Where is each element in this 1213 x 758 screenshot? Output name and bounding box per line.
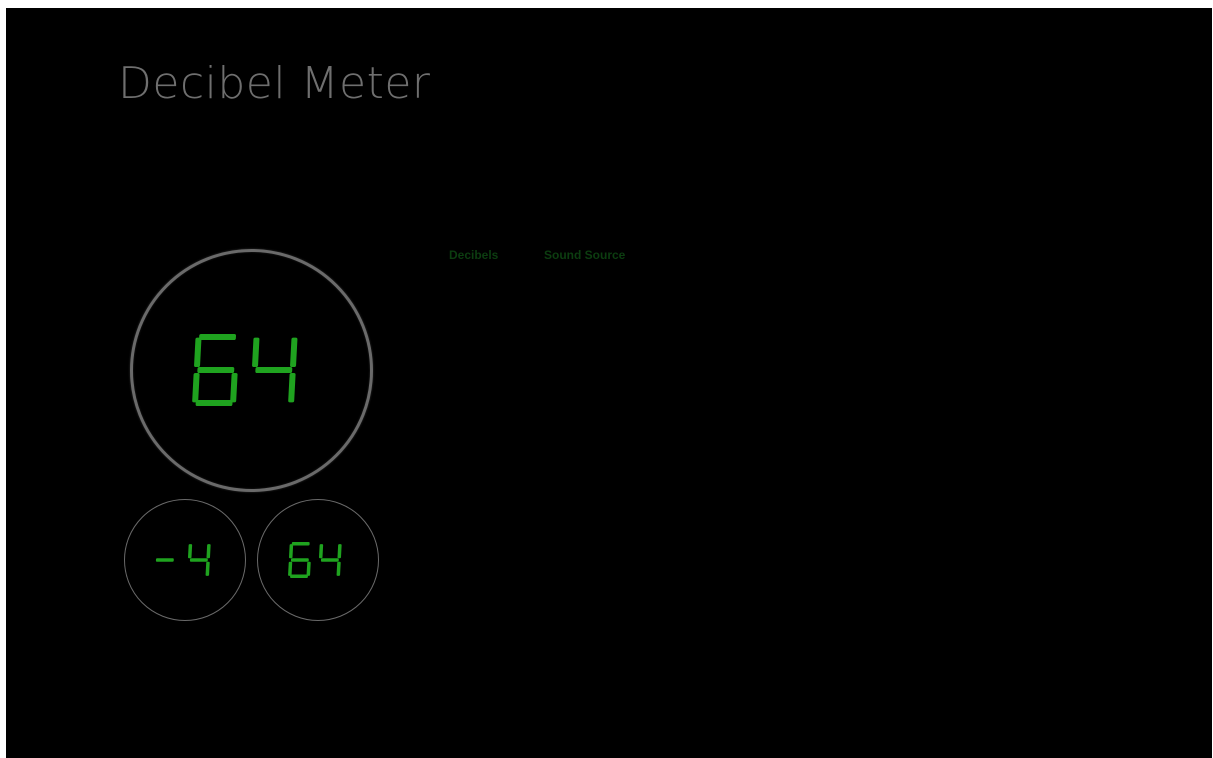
- segment-b: [290, 337, 298, 367]
- segment-f: [188, 544, 193, 559]
- segment-e: [192, 373, 200, 403]
- segment-f: [194, 337, 202, 367]
- column-header-sound-source: Sound Source: [544, 248, 626, 262]
- segment-e: [288, 561, 293, 576]
- segment-f: [289, 544, 294, 559]
- min-level-dial: -4: [124, 499, 246, 621]
- min-level-display: [155, 544, 211, 576]
- current-level-dial: 64: [130, 249, 373, 492]
- segment-c: [230, 373, 238, 403]
- segment-g: [255, 367, 293, 373]
- segment-c: [306, 561, 311, 576]
- segment-a: [199, 334, 237, 340]
- page-title: Decibel Meter: [118, 58, 431, 109]
- current-level-display: [192, 334, 298, 406]
- segment-d: [195, 400, 233, 406]
- column-header-decibels: Decibels: [449, 248, 499, 262]
- segment-d: [290, 574, 308, 578]
- segment-g: [290, 558, 309, 562]
- segment-a: [291, 542, 310, 546]
- segment-f: [319, 544, 324, 559]
- max-level-display: [288, 542, 342, 578]
- segment-g: [197, 367, 235, 373]
- segment-b: [337, 544, 342, 559]
- table-header: Decibels Sound Source: [449, 246, 625, 265]
- segment-g: [155, 558, 174, 562]
- app-window: Decibel Meter 64 -4 64 Decibels Sound So…: [6, 8, 1212, 758]
- decibel-reference-table: Decibels Sound Source: [449, 246, 625, 265]
- segment-g: [189, 558, 208, 562]
- max-level-dial: 64: [257, 499, 379, 621]
- segment-f: [252, 337, 260, 367]
- segment-b: [206, 544, 211, 559]
- segment-g: [320, 558, 339, 562]
- segment-c: [336, 561, 341, 576]
- segment-c: [205, 561, 210, 576]
- segment-c: [288, 373, 296, 403]
